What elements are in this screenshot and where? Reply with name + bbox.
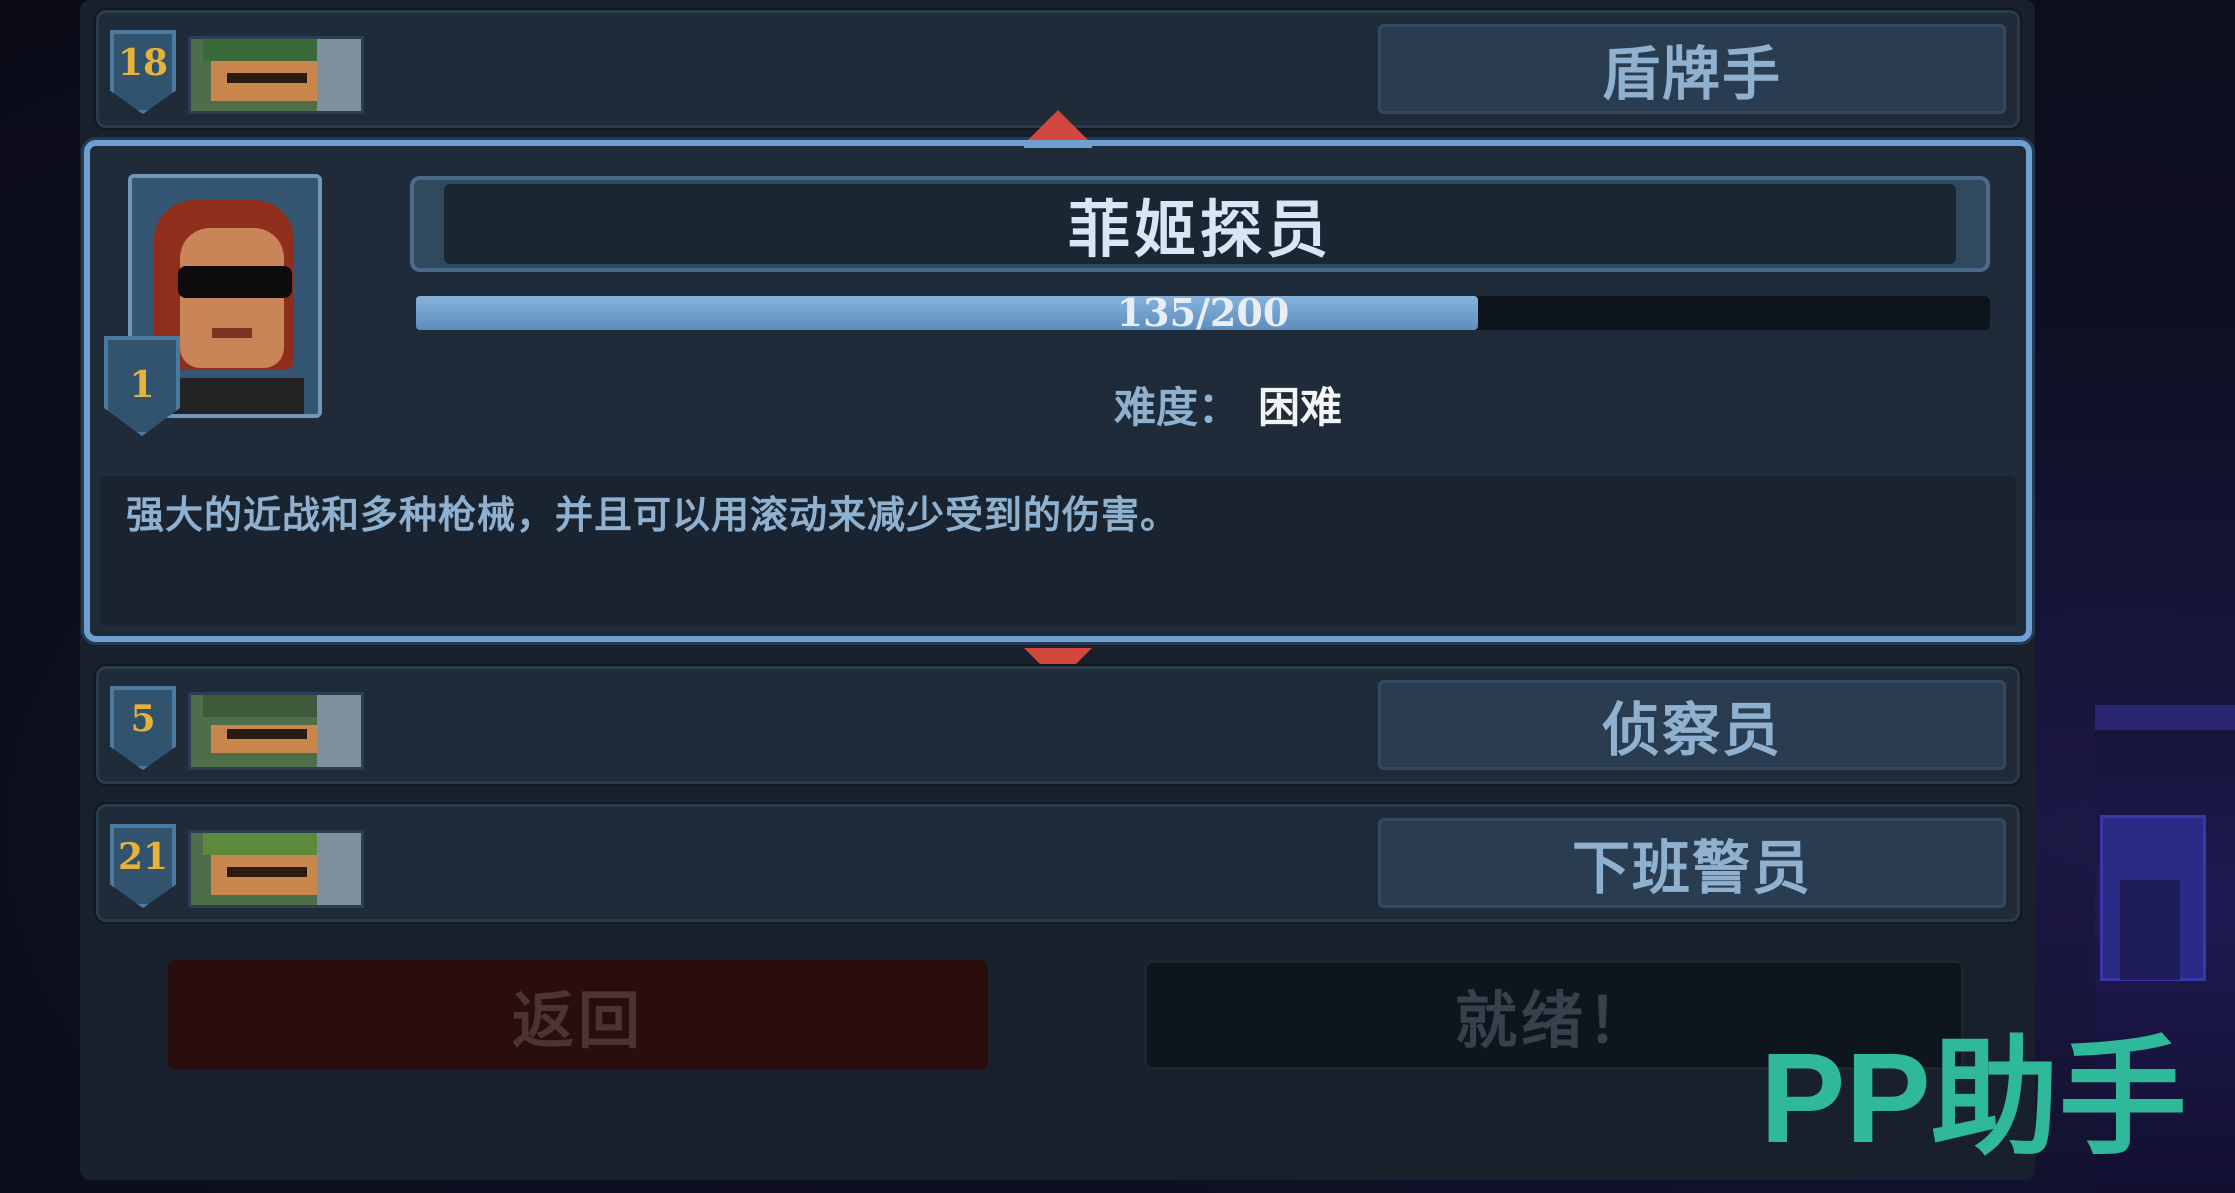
level-badge: 5 xyxy=(110,686,176,770)
character-row-offduty[interactable]: 21 下班警员 xyxy=(96,804,2020,922)
character-name: 菲姬探员 xyxy=(444,184,1956,266)
difficulty-label: 难度： xyxy=(1114,383,1241,432)
character-name: 下班警员 xyxy=(1378,818,2006,908)
level-badge: 1 xyxy=(104,336,180,436)
xp-progress-text: 135/200 xyxy=(1116,290,1290,335)
character-name: 盾牌手 xyxy=(1378,24,2006,114)
background-pillar-cap xyxy=(2095,705,2235,730)
selected-character-card[interactable]: 1 菲姬探员 135/200 难度： 困难 强大的近战和多种枪械，并且可以用滚动来… xyxy=(84,140,2032,642)
description-box: 强大的近战和多种枪械，并且可以用滚动来减少受到的伤害。 xyxy=(100,476,2016,626)
scroll-up-arrow-icon[interactable] xyxy=(1024,110,1092,144)
character-title-bar: 菲姬探员 xyxy=(410,176,1990,272)
difficulty-line: 难度： 困难 xyxy=(1114,374,1342,435)
difficulty-value: 困难 xyxy=(1258,383,1343,432)
character-description: 强大的近战和多种枪械，并且可以用滚动来减少受到的伤害。 xyxy=(126,493,1180,537)
character-name: 侦察员 xyxy=(1378,680,2006,770)
pp-assistant-watermark: PP助手 xyxy=(1760,1030,2187,1170)
scroll-up-arrow-base xyxy=(1024,140,1092,148)
character-thumbnail xyxy=(188,830,364,908)
watermark-text: PP助手 xyxy=(1760,1030,2187,1170)
character-thumbnail xyxy=(188,692,364,770)
level-badge: 21 xyxy=(110,824,176,908)
background-pillar-inset xyxy=(2120,880,2180,980)
character-thumbnail xyxy=(188,36,364,114)
level-badge: 18 xyxy=(110,30,176,114)
character-row-scout[interactable]: 5 侦察员 xyxy=(96,666,2020,784)
xp-progress-bar: 135/200 xyxy=(416,290,1990,335)
back-button[interactable]: 返回 xyxy=(168,960,988,1070)
